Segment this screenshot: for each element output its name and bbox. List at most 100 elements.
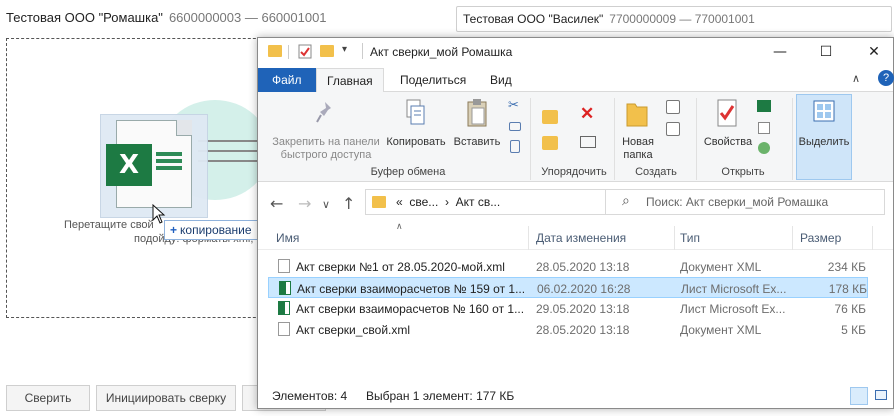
sender-requisites: 6600000003 — 660001001: [168, 10, 327, 25]
xml-file-icon: [278, 259, 290, 273]
file-row[interactable]: Акт сверки взаиморасчетов № 160 от 1... 2…: [268, 298, 868, 319]
file-name: Акт сверки взаиморасчетов № 159 от 1...: [297, 282, 526, 296]
new-folder-button[interactable]: Новая папка: [614, 136, 662, 162]
file-row[interactable]: Акт сверки_свой.xml 28.05.2020 13:18 Докум…: [268, 319, 868, 340]
tab-view[interactable]: Вид: [480, 68, 522, 92]
file-date: 29.05.2020 13:18: [536, 302, 630, 316]
tab-file[interactable]: Файл: [258, 68, 316, 92]
excel-file-icon: [279, 281, 291, 295]
copy-icon: [406, 99, 425, 125]
file-size: 76 КБ: [834, 302, 866, 316]
column-type[interactable]: Тип: [680, 231, 700, 245]
copy-to-icon[interactable]: [542, 136, 558, 150]
breadcrumb-segment[interactable]: све...: [409, 195, 438, 209]
new-item-icon[interactable]: [666, 100, 680, 114]
help-icon[interactable]: ?: [878, 70, 894, 86]
divider: [288, 45, 289, 59]
sender-name: Тестовая ООО "Ромашка": [6, 10, 163, 25]
column-divider[interactable]: [528, 226, 529, 250]
file-type: Документ XML: [680, 323, 762, 337]
new-folder-icon[interactable]: [320, 45, 334, 57]
quick-access-dropdown-icon[interactable]: ▾: [342, 44, 347, 55]
organization-recipient-select[interactable]: Тестовая ООО "Василек" 7700000009 — 77000…: [456, 6, 892, 32]
file-date: 06.02.2020 16:28: [537, 282, 631, 296]
status-bar: Элементов: 4 Выбран 1 элемент: 177 КБ: [258, 383, 893, 409]
plus-icon: +: [170, 223, 178, 237]
back-arrow-icon[interactable]: ←: [270, 194, 283, 213]
title-bar[interactable]: ▾ Акт сверки_мой Ромашка — ☐ ✕: [258, 38, 893, 66]
details-view-icon[interactable]: [850, 387, 868, 405]
divider: [362, 43, 363, 59]
file-name: Акт сверки взаиморасчетов № 160 от 1...: [296, 302, 525, 316]
paste-button[interactable]: Вставить: [452, 136, 502, 149]
forward-arrow-icon[interactable]: →: [298, 194, 311, 213]
select-all-icon: [813, 100, 835, 122]
compare-button[interactable]: Сверить: [6, 385, 90, 411]
easy-access-icon[interactable]: [666, 122, 680, 136]
group-clipboard-label: Буфер обмена: [370, 166, 446, 178]
group-organize-label: Упорядочить: [541, 166, 607, 178]
xml-file-icon: [278, 322, 290, 336]
open-with-excel-icon[interactable]: [757, 100, 771, 112]
tab-home[interactable]: Главная: [316, 68, 384, 92]
cut-icon[interactable]: ✂: [508, 98, 519, 113]
pin-to-quick-access-button[interactable]: Закрепить на панели быстрого доступа: [262, 136, 390, 162]
minimize-icon[interactable]: —: [770, 42, 790, 62]
organization-sender: Тестовая ООО "Ромашка" 6600000003 — 66000…: [6, 10, 327, 25]
address-path: « све... › Акт св...: [396, 195, 501, 209]
paste-icon: [467, 99, 487, 127]
file-size: 178 КБ: [828, 282, 867, 296]
overflow-chevron[interactable]: «: [396, 195, 403, 209]
window-title: Акт сверки_мой Ромашка: [370, 45, 513, 59]
column-headers: Имя Дата изменения Тип Размер: [258, 226, 893, 250]
edit-icon[interactable]: [758, 122, 770, 134]
tab-share[interactable]: Поделиться: [390, 68, 476, 92]
search-icon: ⌕: [622, 193, 630, 209]
file-date: 28.05.2020 13:18: [536, 323, 630, 337]
maximize-icon[interactable]: ☐: [816, 42, 836, 62]
properties-button[interactable]: Свойства: [702, 136, 754, 149]
document-fold: [176, 120, 192, 136]
file-row[interactable]: Акт сверки взаиморасчетов № 159 от 1... 0…: [268, 277, 868, 298]
selection-info: Выбран 1 элемент: 177 КБ: [366, 389, 515, 403]
search-input[interactable]: ⌕ Поиск: Акт сверки_мой Ромашка: [605, 189, 885, 215]
column-divider[interactable]: [674, 226, 675, 250]
file-type: Лист Microsoft Ex...: [680, 302, 786, 316]
item-count: Элементов: 4: [272, 389, 348, 403]
collapse-ribbon-icon[interactable]: ∧: [852, 72, 860, 85]
file-date: 28.05.2020 13:18: [536, 260, 630, 274]
recent-locations-icon[interactable]: ∨: [322, 198, 330, 211]
up-arrow-icon[interactable]: ↑: [342, 194, 355, 213]
group-new-label: Создать: [635, 166, 677, 178]
column-divider[interactable]: [792, 226, 793, 250]
column-date[interactable]: Дата изменения: [536, 231, 626, 245]
rename-icon[interactable]: [580, 136, 596, 148]
move-to-icon[interactable]: [542, 110, 558, 124]
column-divider[interactable]: [872, 226, 873, 250]
spreadsheet-grid-icon: [156, 152, 182, 178]
delete-icon[interactable]: ✕: [580, 104, 594, 124]
column-name[interactable]: Имя: [276, 231, 299, 245]
close-icon[interactable]: ✕: [864, 42, 884, 62]
properties-check-icon[interactable]: [298, 44, 312, 59]
large-icons-view-icon[interactable]: [872, 387, 890, 405]
file-row[interactable]: Акт сверки №1 от 28.05.2020-мой.xml 28.05…: [268, 256, 868, 277]
file-name: Акт сверки №1 от 28.05.2020-мой.xml: [296, 260, 505, 274]
drag-copy-tooltip: + копирование: [164, 220, 258, 240]
drop-hint-text: Перетащите свой: [64, 219, 154, 231]
ribbon: Закрепить на панели быстрого доступа Коп…: [258, 92, 893, 182]
copy-button[interactable]: Копировать: [384, 136, 448, 149]
history-icon[interactable]: [758, 142, 770, 154]
copy-path-icon[interactable]: [509, 122, 521, 131]
breadcrumb-segment[interactable]: Акт св...: [456, 195, 501, 209]
file-explorer-window[interactable]: ▾ Акт сверки_мой Ромашка — ☐ ✕ Файл Глав…: [257, 37, 894, 409]
file-size: 5 КБ: [841, 323, 866, 337]
properties-icon: [717, 99, 737, 127]
paste-shortcut-icon[interactable]: [510, 140, 520, 153]
recipient-name: Тестовая ООО "Василек": [463, 12, 604, 26]
group-separator: [696, 98, 697, 180]
column-size[interactable]: Размер: [800, 231, 841, 245]
initiate-reconciliation-button[interactable]: Инициировать сверку: [96, 385, 236, 411]
group-separator: [792, 98, 793, 180]
search-placeholder: Поиск: Акт сверки_мой Ромашка: [646, 195, 829, 209]
